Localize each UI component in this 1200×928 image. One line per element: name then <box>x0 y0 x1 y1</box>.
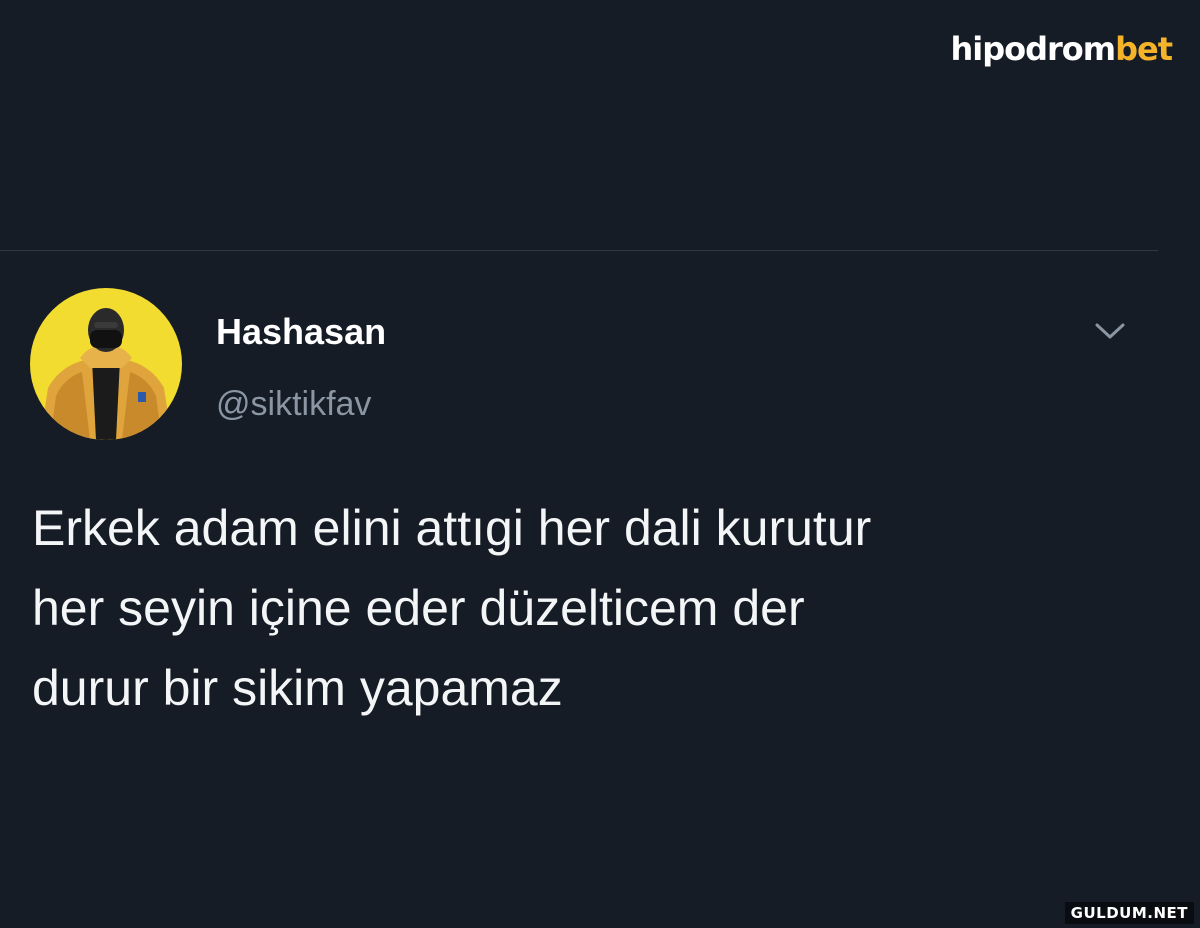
avatar[interactable] <box>30 288 182 440</box>
chevron-down-icon[interactable] <box>1090 316 1130 346</box>
logo-text-accent: bet <box>1115 30 1173 68</box>
tweet-text-line: her seyin içine eder düzelticem der <box>32 580 805 636</box>
profile-avatar-image <box>30 288 182 440</box>
hipodrombet-logo: hipodrombet <box>950 30 1173 68</box>
tweet-text-line: durur bir sikim yapamaz <box>32 660 563 716</box>
tweet-text-line: Erkek adam elini attıgi her dali kurutur <box>32 500 872 556</box>
divider <box>0 250 1158 251</box>
display-name[interactable]: Hashasan <box>216 312 386 352</box>
logo-text-main: hipodrom <box>950 30 1116 68</box>
tweet-text: Erkek adam elini attıgi her dali kurutur… <box>32 488 1142 728</box>
guldum-watermark: GULDUM.NET <box>1064 902 1194 924</box>
user-handle[interactable]: @siktikfav <box>216 385 371 423</box>
